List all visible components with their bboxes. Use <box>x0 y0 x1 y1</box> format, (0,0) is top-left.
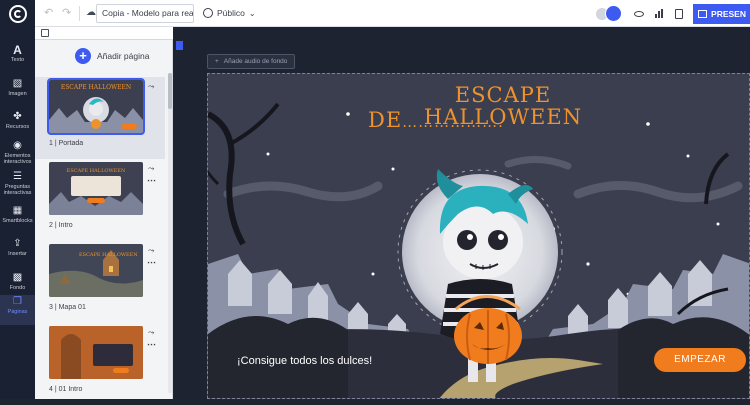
page-thumbnail-row[interactable]: ESCAPE HALLOWEEN ⤳ ⋯ 3 | Mapa 01 <box>35 241 165 323</box>
page-settings-icon[interactable]: ⤳ <box>148 82 154 92</box>
present-label: PRESEN <box>711 8 746 19</box>
page-thumbnail[interactable]: ESCAPE HALLOWEEN <box>49 244 143 297</box>
visibility-dropdown[interactable]: Público ⌄ <box>203 8 256 18</box>
text-icon: A <box>13 43 22 57</box>
more-options-icon[interactable]: ⋯ <box>147 175 156 186</box>
sidebar-item-label: Preguntas interactivas <box>3 184 32 196</box>
sidebar-item-pages[interactable]: ❐ Páginas <box>0 295 35 325</box>
more-options-icon[interactable]: ⋯ <box>147 257 156 268</box>
pin-icon[interactable] <box>176 41 183 50</box>
present-button[interactable]: PRESEN <box>693 3 750 24</box>
panel-scrollbar[interactable] <box>168 73 172 393</box>
page-settings-icon[interactable]: ⤳ <box>148 246 154 256</box>
sidebar-item-insert[interactable]: ⇪ Insertar <box>0 237 35 269</box>
start-button[interactable]: EMPEZAR <box>654 348 746 372</box>
sidebar-item-interactive-questions[interactable]: ☰ Preguntas interactivas <box>0 170 35 202</box>
page-label: 4 | 01 Intro <box>49 386 83 393</box>
page-label: 2 | Intro <box>49 222 73 229</box>
visibility-label: Público <box>217 8 245 18</box>
page-thumbnail-row[interactable]: ⤳ ⋯ 4 | 01 Intro <box>35 323 165 405</box>
sidebar-item-label: Smartblocks <box>2 218 33 224</box>
slide-title-line2[interactable]: DE………………. <box>368 108 618 132</box>
image-icon: ▧ <box>12 78 23 89</box>
panel-toolbar <box>35 27 173 40</box>
top-toolbar: ↶ ↷ ☁ Copia - Modelo para realiza... Púb… <box>0 0 750 27</box>
collaborators-avatars[interactable] <box>595 4 625 24</box>
page-thumbnail[interactable] <box>49 326 143 379</box>
slide-title-dots: ………………. <box>402 113 504 131</box>
resources-icon: ✤ <box>13 111 22 122</box>
sidebar-item-label: Elementos interactivos <box>3 153 32 165</box>
sidebar-item-smartblocks[interactable]: ▦ Smartblocks <box>0 204 35 236</box>
right-toolbar: PRESEN <box>595 0 750 27</box>
sidebar-item-interactive-elements[interactable]: ◉ Elementos interactivos <box>0 139 35 171</box>
logo-icon <box>8 4 27 23</box>
smartblocks-icon: ▦ <box>12 205 23 216</box>
insert-icon: ⇪ <box>13 238 22 249</box>
sidebar-item-resources[interactable]: ✤ Recursos <box>0 110 35 142</box>
interactive-questions-icon: ☰ <box>13 171 22 182</box>
cloud-save-icon: ☁ <box>86 7 96 18</box>
background-icon: ▩ <box>12 272 23 283</box>
preview-eye-icon[interactable] <box>631 6 647 22</box>
analytics-icon[interactable] <box>651 6 667 22</box>
slide-canvas[interactable]: ESCAPE HALLOWEEN DE………………. ¡Consigue tod… <box>207 73 750 399</box>
add-page-label: Añadir página <box>97 51 150 61</box>
chevron-down-icon: ⌄ <box>248 8 256 18</box>
plus-icon: + <box>215 58 219 65</box>
sidebar-item-image[interactable]: ▧ Imagen <box>0 77 35 109</box>
page-thumbnail-row[interactable]: ESCAPE HALLOWEEN ⤳ ⋯ 2 | Intro <box>35 159 165 241</box>
page-settings-icon[interactable]: ⤳ <box>148 328 154 338</box>
bookmark-icon[interactable] <box>671 6 687 22</box>
page-thumbnail[interactable]: ESCAPE HALLOWEEN <box>47 78 145 135</box>
add-page-button[interactable]: + Añadir página <box>75 48 149 64</box>
svg-text:ESCAPE HALLOWEEN: ESCAPE HALLOWEEN <box>79 252 138 258</box>
slide-title-de: DE <box>368 108 403 132</box>
toolbar-divider <box>79 6 80 21</box>
pages-panel: + Añadir página ESCAPE HALLOWEEN ⤳ 1 | P… <box>35 27 173 399</box>
page-thumbnail[interactable]: ESCAPE HALLOWEEN <box>49 162 143 215</box>
page-label: 1 | Portada <box>49 140 84 147</box>
select-all-checkbox[interactable] <box>41 29 49 37</box>
present-icon <box>698 9 708 18</box>
audio-button-label: Añade audio de fondo <box>223 58 288 65</box>
svg-text:ESCAPE HALLOWEEN: ESCAPE HALLOWEEN <box>67 168 126 174</box>
sidebar-item-label: Páginas <box>7 309 28 315</box>
page-settings-icon[interactable]: ⤳ <box>148 164 154 174</box>
add-background-audio-button[interactable]: + Añade audio de fondo <box>207 54 296 69</box>
sidebar-item-label: Fondo <box>9 285 26 291</box>
sidebar-item-label: Texto <box>10 57 25 63</box>
svg-text:ESCAPE HALLOWEEN: ESCAPE HALLOWEEN <box>61 84 131 91</box>
left-sidebar: A Texto ▧ Imagen ✤ Recursos ◉ Elementos … <box>0 27 35 399</box>
pages-icon: ❐ <box>13 296 22 307</box>
page-thumbnail-row[interactable]: ESCAPE HALLOWEEN ⤳ 1 | Portada <box>35 77 165 159</box>
globe-icon <box>203 8 213 18</box>
sidebar-item-label: Recursos <box>5 124 30 130</box>
slide-caption[interactable]: ¡Consigue todos los dulces! <box>237 355 372 367</box>
page-label: 3 | Mapa 01 <box>49 304 86 311</box>
editor-canvas-area: + Añade audio de fondo ESCAPE HALLOWEEN … <box>174 27 750 399</box>
sidebar-item-label: Insertar <box>8 251 27 257</box>
plus-icon: + <box>75 48 91 64</box>
sidebar-item-text[interactable]: A Texto <box>0 43 35 75</box>
more-options-icon[interactable]: ⋯ <box>147 339 156 350</box>
avatar <box>605 4 623 22</box>
project-title-field[interactable]: Copia - Modelo para realiza... <box>96 4 194 23</box>
interactive-elements-icon: ◉ <box>13 140 22 151</box>
sidebar-item-label: Imagen <box>8 91 27 97</box>
redo-icon[interactable]: ↷ <box>62 6 71 19</box>
app-logo[interactable] <box>0 0 35 27</box>
undo-icon[interactable]: ↶ <box>44 6 53 19</box>
